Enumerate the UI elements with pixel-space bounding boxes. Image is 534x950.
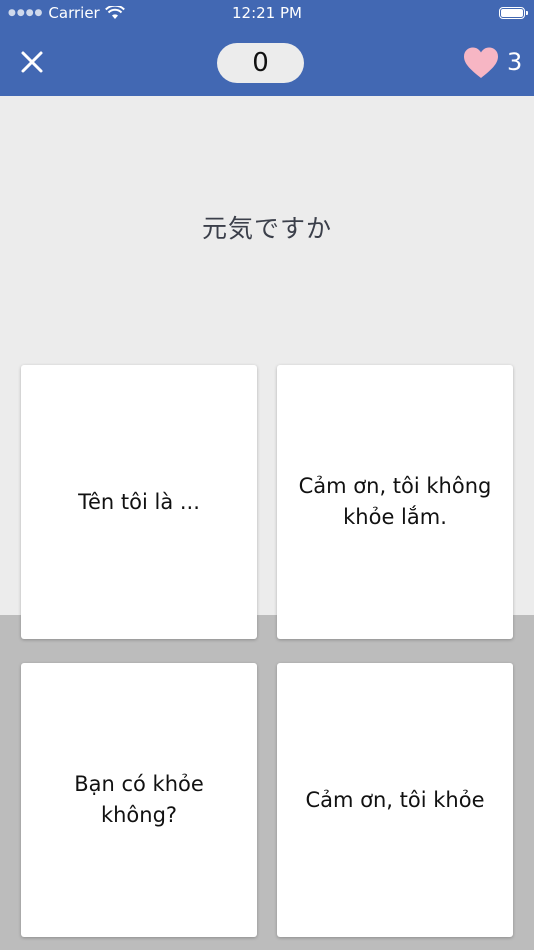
status-bar: ●●●● Carrier 12:21 PM (0, 0, 534, 28)
heart-icon (464, 47, 498, 78)
answer-card-3[interactable]: Bạn có khỏe không? (21, 663, 257, 937)
answer-label: Bạn có khỏe không? (74, 772, 204, 827)
answer-label: Cảm ơn, tôi không khỏe lắm. (298, 474, 492, 529)
close-icon[interactable] (16, 46, 48, 78)
question-text: 元気ですか (201, 214, 332, 243)
answer-label: Tên tôi là ... (78, 489, 200, 514)
answer-label: Cảm ơn, tôi khỏe (305, 787, 485, 812)
answer-card-2[interactable]: Cảm ơn, tôi không khỏe lắm. (277, 365, 513, 639)
top-bar: ●●●● Carrier 12:21 PM 0 3 (0, 0, 534, 96)
battery-icon (499, 7, 528, 19)
answer-card-1[interactable]: Tên tôi là ... (21, 365, 257, 639)
lives-count: 3 (507, 48, 523, 76)
score-counter: 0 (217, 43, 304, 83)
answer-card-4[interactable]: Cảm ơn, tôi khỏe (277, 663, 513, 937)
status-time: 12:21 PM (232, 4, 302, 22)
